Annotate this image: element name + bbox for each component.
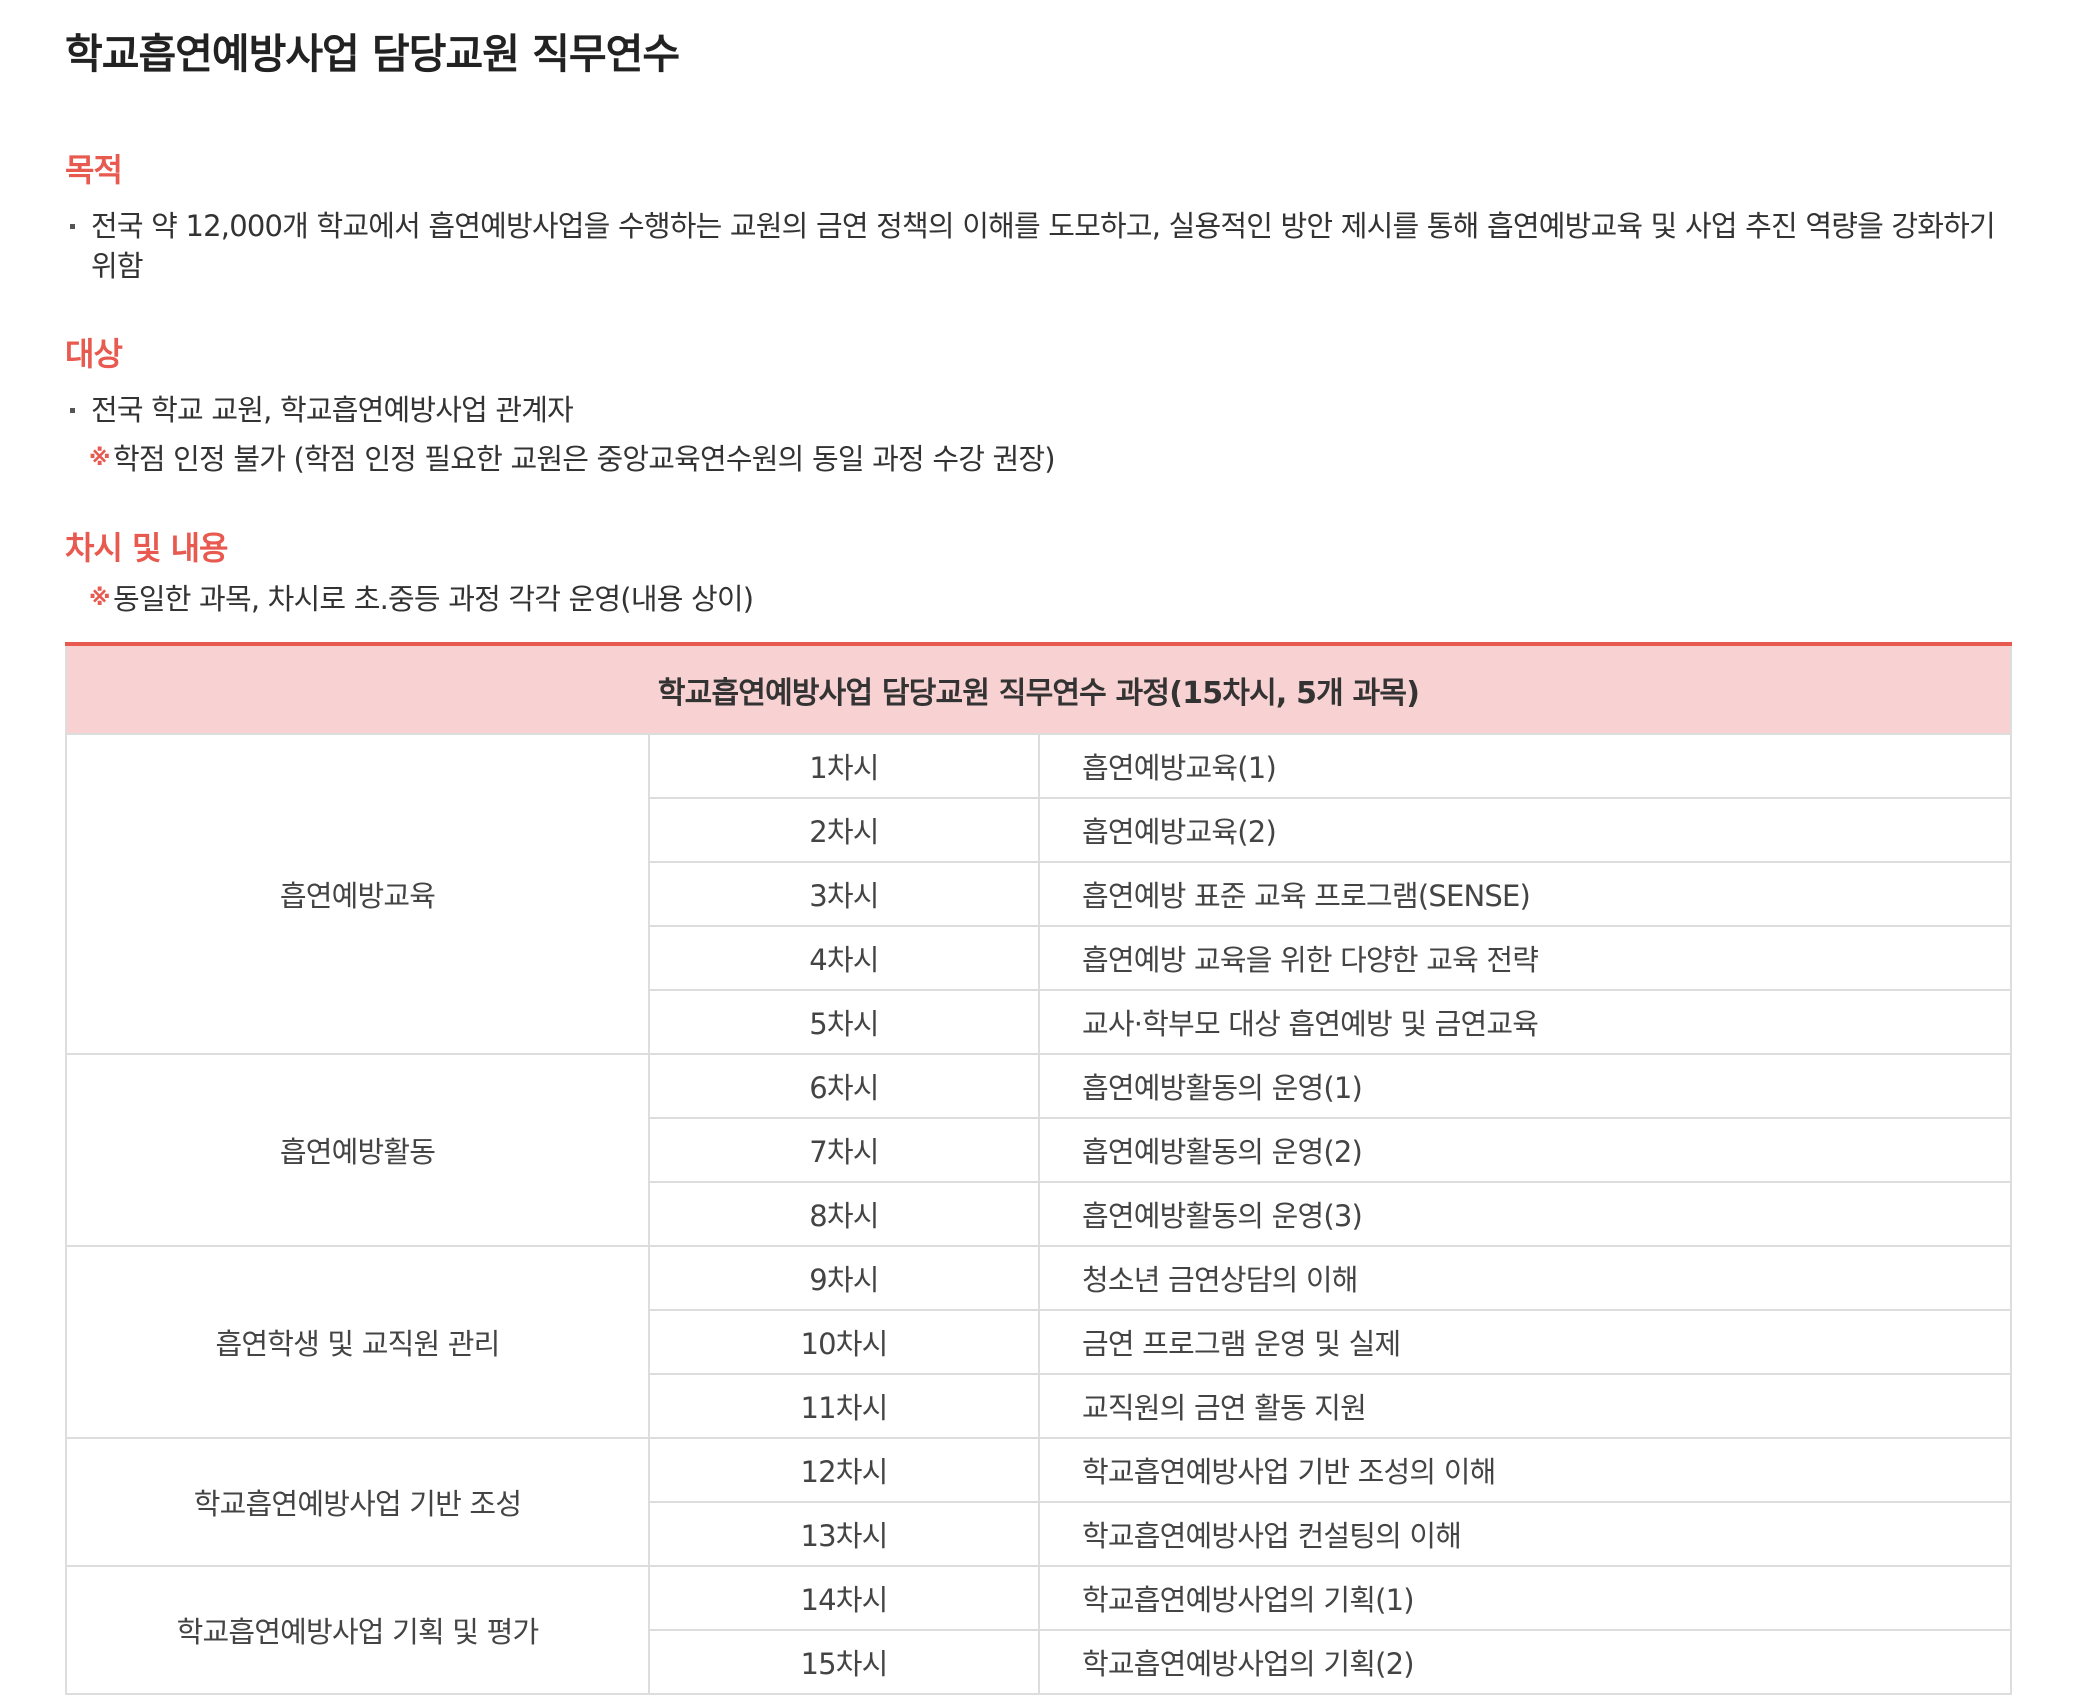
session-cell: 9차시 [648, 1245, 1040, 1311]
table-row: 흡연예방교육 1차시 흡연예방교육(1) [65, 733, 2013, 1055]
target-note-text: 학점 인정 불가 (학점 인정 필요한 교원은 중앙교육연수원의 동일 과정 수… [113, 442, 1056, 476]
session-cell: 8차시 [648, 1181, 1040, 1247]
content-cell: 학교흡연예방사업 기반 조성의 이해 [1037, 1437, 2013, 1503]
table-row: 흡연학생 및 교직원 관리 9차시 청소년 금연상담의 이해 [65, 1245, 2013, 1439]
content-cell: 학교흡연예방사업 컨설팅의 이해 [1037, 1501, 2013, 1567]
target-heading: 대상 [65, 335, 123, 373]
subject-cell: 흡연학생 및 교직원 관리 [65, 1245, 650, 1439]
session-cell: 7차시 [648, 1117, 1040, 1183]
target-bullet: 전국 학교 교원, 학교흡연예방사업 관계자 [65, 390, 2021, 430]
content-cell: 흡연예방 교육을 위한 다양한 교육 전략 [1037, 925, 2013, 991]
page-title: 학교흡연예방사업 담당교원 직무연수 [65, 30, 680, 78]
content-cell: 학교흡연예방사업의 기획(1) [1037, 1565, 2013, 1631]
table-header-row: 학교흡연예방사업 담당교원 직무연수 과정(15차시, 5개 과목) [64, 644, 2013, 735]
target-text: 전국 학교 교원, 학교흡연예방사업 관계자 [91, 393, 574, 427]
target-note: ※ 학점 인정 불가 (학점 인정 필요한 교원은 중앙교육연수원의 동일 과정… [89, 438, 2010, 480]
content-cell: 흡연예방교육(1) [1037, 733, 2013, 799]
content-cell: 흡연예방교육(2) [1037, 797, 2013, 863]
reference-mark-icon: ※ [89, 586, 110, 611]
subject-cell: 학교흡연예방사업 기획 및 평가 [65, 1565, 650, 1695]
session-cell: 10차시 [648, 1309, 1040, 1375]
content-cell: 청소년 금연상담의 이해 [1037, 1245, 2013, 1311]
reference-mark-icon: ※ [89, 446, 110, 471]
course-table: 학교흡연예방사업 담당교원 직무연수 과정(15차시, 5개 과목) 흡연예방교… [64, 642, 2013, 1695]
purpose-heading: 목적 [65, 151, 123, 189]
page: 학교흡연예방사업 담당교원 직무연수 목적 전국 약 12,000개 학교에서 … [0, 0, 2013, 1695]
session-cell: 11차시 [648, 1373, 1040, 1439]
content-cell: 교직원의 금연 활동 지원 [1037, 1373, 2013, 1439]
content-cell: 흡연예방활동의 운영(2) [1037, 1117, 2013, 1183]
table-caption: 학교흡연예방사업 담당교원 직무연수 과정(15차시, 5개 과목) [64, 644, 2013, 735]
content-cell: 흡연예방 표준 교육 프로그램(SENSE) [1037, 861, 2013, 927]
session-cell: 12차시 [648, 1437, 1040, 1503]
content-cell: 학교흡연예방사업의 기획(2) [1037, 1629, 2013, 1695]
subject-cell: 학교흡연예방사업 기반 조성 [65, 1437, 650, 1567]
table-row: 학교흡연예방사업 기반 조성 12차시 학교흡연예방사업 기반 조성의 이해 [65, 1437, 2013, 1567]
purpose-text: 전국 약 12,000개 학교에서 흡연예방사업을 수행하는 교원의 금연 정책… [91, 209, 1996, 283]
session-cell: 3차시 [648, 861, 1040, 927]
sessions-note-text: 동일한 과목, 차시로 초.중등 과정 각각 운영(내용 상이) [113, 582, 754, 616]
content-cell: 교사·학부모 대상 흡연예방 및 금연교육 [1037, 989, 2013, 1055]
content-cell: 흡연예방활동의 운영(3) [1037, 1181, 2013, 1247]
bullet-square-icon [70, 224, 75, 229]
table-body: 흡연예방교육 1차시 흡연예방교육(1) 2차시 흡연예방교육(2) 3차시 흡연예방 표준… [65, 733, 2013, 1695]
session-cell: 1차시 [648, 733, 1040, 799]
table-row: 흡연예방활동 6차시 흡연예방활동의 운영(1) [65, 1053, 2013, 1247]
subject-cell: 흡연예방활동 [65, 1053, 650, 1247]
table-row: 학교흡연예방사업 기획 및 평가 14차시 학교흡연예방사업의 기획(1) [65, 1565, 2013, 1695]
session-cell: 14차시 [648, 1565, 1040, 1631]
session-cell: 4차시 [648, 925, 1040, 991]
bullet-square-icon [70, 408, 75, 413]
session-cell: 2차시 [648, 797, 1040, 863]
session-cell: 15차시 [648, 1629, 1040, 1695]
sessions-note: ※ 동일한 과목, 차시로 초.중등 과정 각각 운영(내용 상이) [89, 578, 2010, 620]
session-cell: 6차시 [648, 1053, 1040, 1119]
content-cell: 금연 프로그램 운영 및 실제 [1037, 1309, 2013, 1375]
purpose-bullet: 전국 약 12,000개 학교에서 흡연예방사업을 수행하는 교원의 금연 정책… [65, 206, 2021, 286]
session-cell: 5차시 [648, 989, 1040, 1055]
subject-cell: 흡연예방교육 [65, 733, 650, 1055]
sessions-heading: 차시 및 내용 [65, 529, 228, 567]
content-cell: 흡연예방활동의 운영(1) [1037, 1053, 2013, 1119]
session-cell: 13차시 [648, 1501, 1040, 1567]
